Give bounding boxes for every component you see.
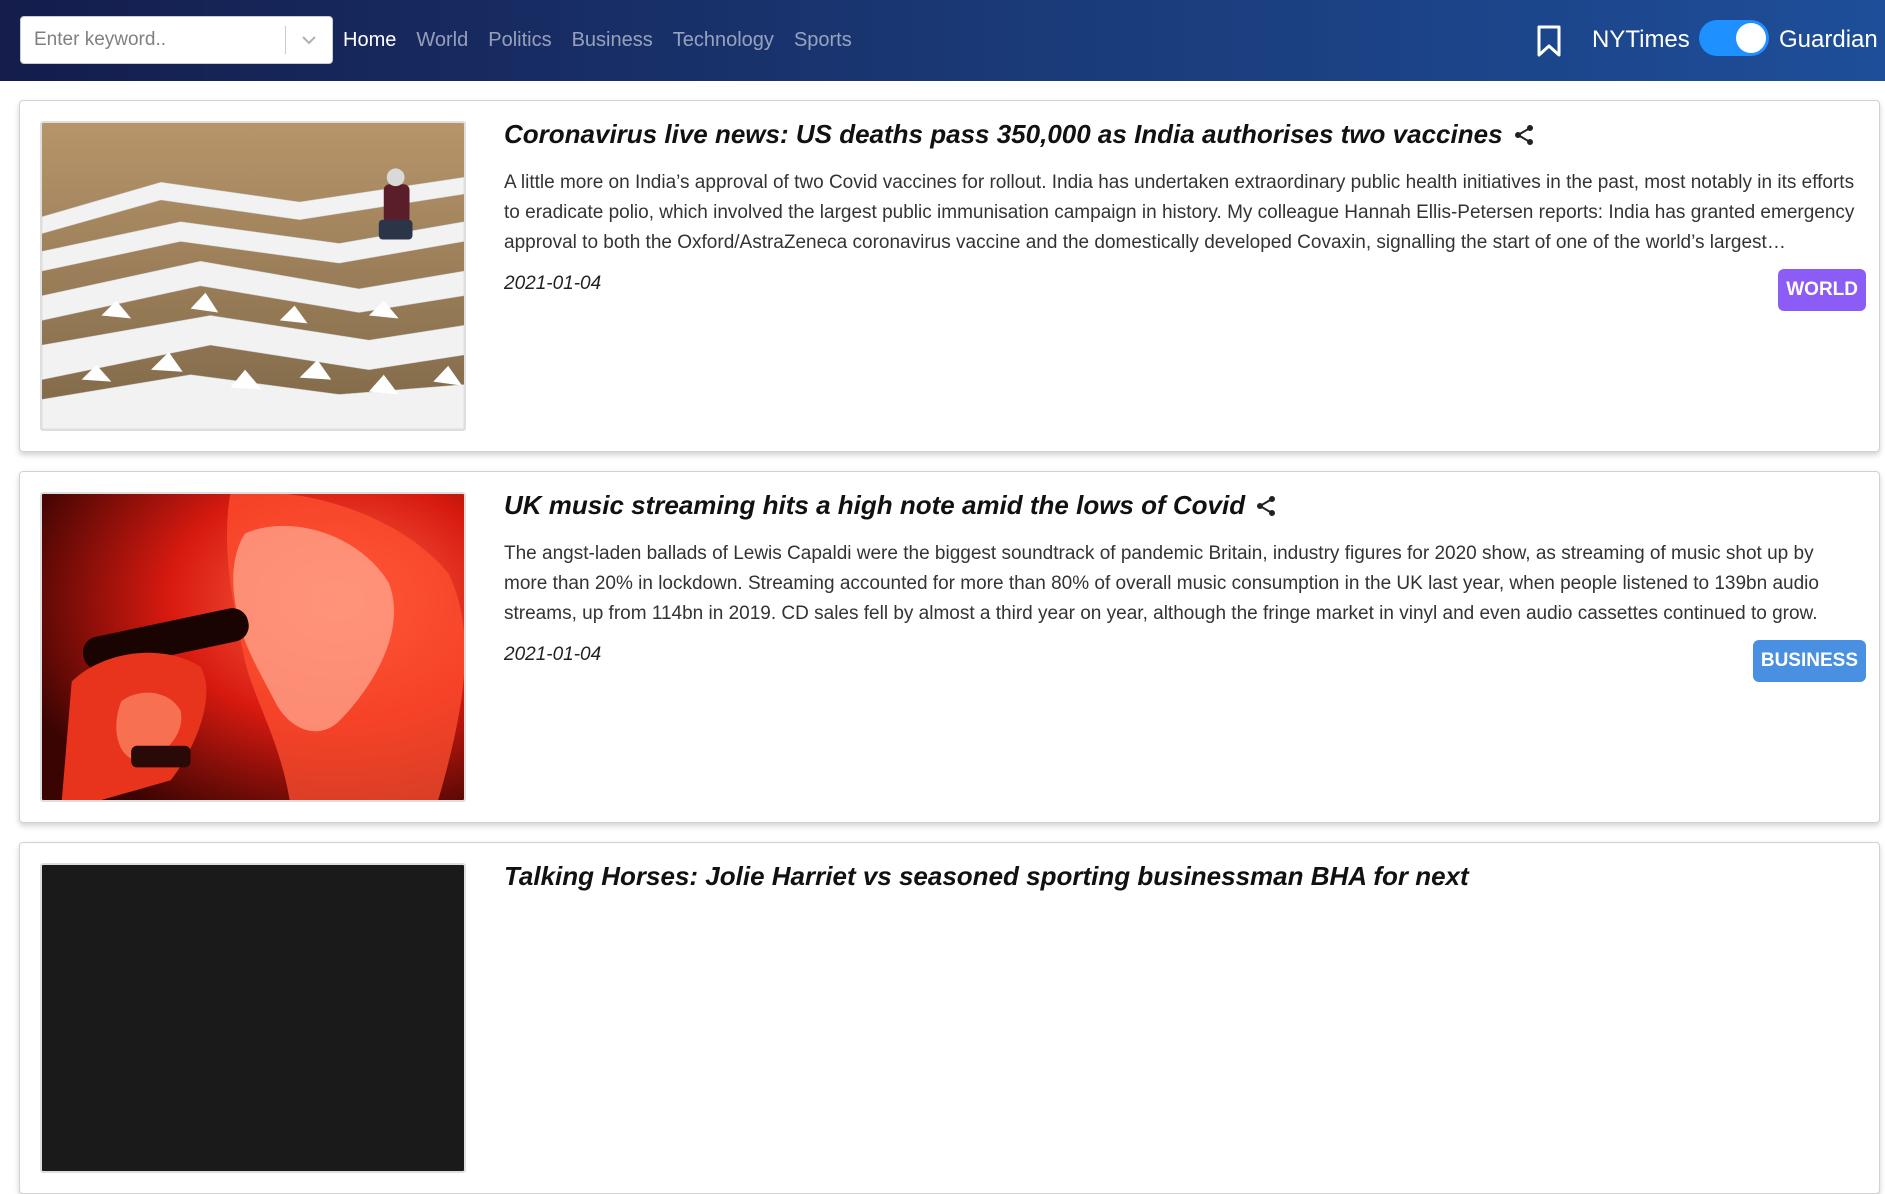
nav-link-politics[interactable]: Politics	[488, 29, 551, 52]
article-title-text[interactable]: Talking Horses: Jolie Harriet vs seasone…	[504, 861, 1469, 892]
article-title[interactable]: Coronavirus live news: US deaths pass 35…	[504, 119, 1535, 150]
article-image	[40, 492, 466, 802]
source-label-nytimes: NYTimes	[1592, 26, 1690, 53]
article-card[interactable]: UK music streaming hits a high note amid…	[19, 471, 1880, 823]
article-card[interactable]: Talking Horses: Jolie Harriet vs seasone…	[19, 842, 1880, 1194]
source-toggle[interactable]	[1699, 20, 1769, 56]
nav-link-technology[interactable]: Technology	[673, 29, 774, 52]
section-nav: Home World Politics Business Technology …	[343, 0, 872, 81]
article-image	[40, 863, 466, 1173]
nav-link-sports[interactable]: Sports	[794, 29, 852, 52]
article-title-text[interactable]: UK music streaming hits a high note amid…	[504, 490, 1245, 521]
search-input[interactable]	[21, 17, 285, 63]
search-select[interactable]	[20, 16, 333, 64]
section-badge: BUSINESS	[1752, 640, 1866, 682]
bookmark-icon[interactable]	[1535, 24, 1563, 58]
toggle-knob	[1736, 23, 1766, 53]
article-title[interactable]: UK music streaming hits a high note amid…	[504, 490, 1277, 521]
article-description: The angst-laden ballads of Lewis Capaldi…	[504, 543, 1819, 624]
nav-link-business[interactable]: Business	[572, 29, 653, 52]
nav-link-world[interactable]: World	[416, 29, 468, 52]
article-title-text[interactable]: Coronavirus live news: US deaths pass 35…	[504, 119, 1503, 150]
article-title[interactable]: Talking Horses: Jolie Harriet vs seasone…	[504, 861, 1469, 892]
section-badge: WORLD	[1778, 269, 1866, 311]
nav-link-home[interactable]: Home	[343, 29, 396, 52]
article-image	[40, 121, 466, 431]
navbar: Home World Politics Business Technology …	[0, 0, 1885, 81]
source-label-guardian: Guardian	[1779, 26, 1878, 53]
share-icon[interactable]	[1255, 495, 1277, 517]
article-description: A little more on India’s approval of two…	[504, 172, 1855, 253]
article-date: 2021-01-04	[504, 644, 602, 665]
share-icon[interactable]	[1513, 124, 1535, 146]
chevron-down-icon[interactable]	[286, 17, 332, 63]
article-date: 2021-01-04	[504, 273, 602, 294]
article-card[interactable]: Coronavirus live news: US deaths pass 35…	[19, 100, 1880, 452]
